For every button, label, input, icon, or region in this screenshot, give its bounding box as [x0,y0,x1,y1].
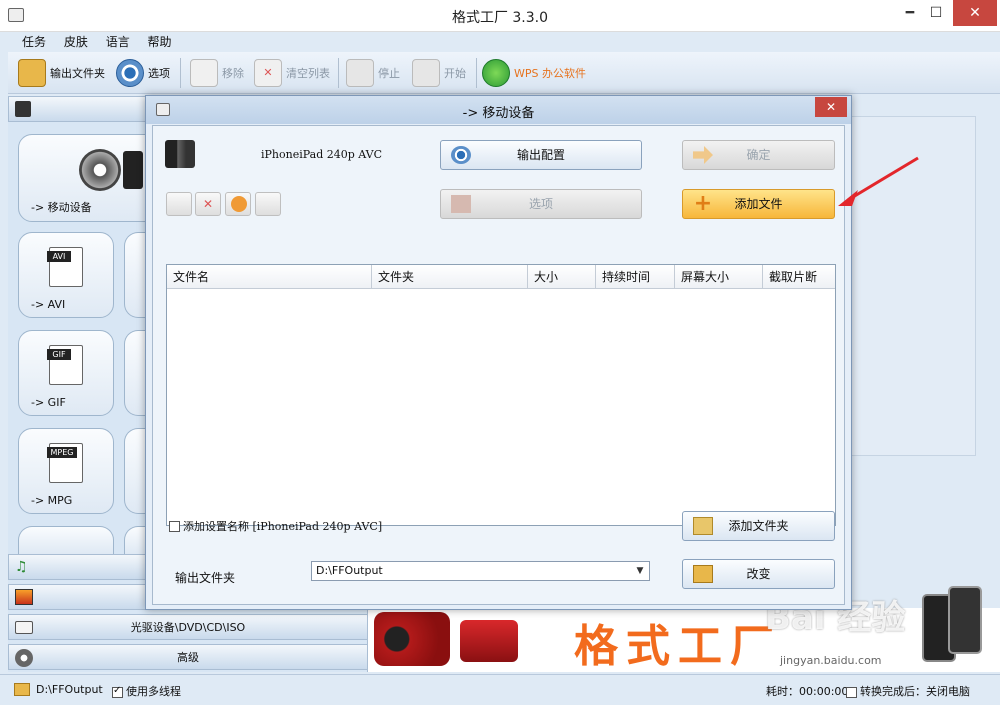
menu-skin[interactable]: 皮肤 [64,32,88,52]
start-play-icon [412,59,440,87]
output-folder-label: 输出文件夹 [175,571,236,585]
phones-icon [165,140,195,168]
tile-avi[interactable]: AVI -> AVI [18,232,114,318]
wps-globe-icon [482,59,510,87]
film-icon [15,101,31,117]
dialog-title: -> 移动设备 [462,106,535,121]
column-screen-size[interactable]: 屏幕大小 [675,265,763,289]
dialog-title-bar: -> 移动设备 ✕ [146,96,851,124]
table-header: 文件名 文件夹 大小 持续时间 屏幕大小 截取片断 [167,265,835,289]
status-bar: D:\FFOutput 使用多线程 耗时：00:00:00 转换完成后：关闭电脑 [0,674,1000,705]
wps-office-button[interactable]: WPS 办公软件 [482,57,586,89]
gif-file-icon: GIF [47,345,83,385]
brand-logo-text: 格式工厂 [574,621,782,672]
tile-mpg[interactable]: MPEG -> MPG [18,428,114,514]
remove-item-icon[interactable] [166,192,192,216]
clip-info-icon[interactable] [255,192,281,216]
avi-file-icon: AVI [47,247,83,287]
add-folder-button[interactable]: 添加文件夹 [682,511,835,541]
remove-doc-icon [190,59,218,87]
add-file-button[interactable]: + 添加文件 [682,189,835,219]
maximize-button[interactable]: ☐ [918,0,954,26]
checkbox-unchecked[interactable] [169,521,180,532]
title-bar: 格式工厂 3.3.0 ━ ☐ ✕ [0,0,1000,32]
film-reel-icon [79,149,121,191]
column-clip[interactable]: 截取片断 [763,265,835,289]
multithread-checkbox[interactable]: 使用多线程 [112,683,181,699]
tile-partial[interactable] [18,526,114,554]
mpeg-file-icon: MPEG [47,443,83,483]
mobile-device-dialog: -> 移动设备 ✕ iPhoneiPad 240p AVC 输出配置 确定 ✕ … [145,95,852,610]
start-button[interactable]: 开始 [412,57,466,89]
folder-add-icon [693,517,713,535]
delete-item-icon[interactable]: ✕ [195,192,221,216]
phone-icon [123,151,143,189]
window-title: 格式工厂 3.3.0 [451,10,549,26]
music-note-icon: ♫ [15,559,28,575]
change-button[interactable]: 改变 [682,559,835,589]
plus-icon: + [693,191,713,216]
phones-icon [948,586,982,654]
menu-help[interactable]: 帮助 [148,32,172,52]
toolbar-divider [476,58,477,88]
options-button[interactable]: 选项 [116,57,170,89]
output-folder-button[interactable]: 输出文件夹 [18,57,105,89]
baidu-watermark-url: jingyan.baidu.com [780,654,882,667]
play-preview-icon[interactable] [225,192,251,216]
ok-button[interactable]: 确定 [682,140,835,170]
output-config-button[interactable]: 输出配置 [440,140,642,170]
column-folder[interactable]: 文件夹 [372,265,528,289]
menu-bar: 任务 皮肤 语言 帮助 [8,32,1000,52]
image-icon [15,589,33,605]
camera-icon [460,620,518,662]
options-button[interactable]: 选项 [440,189,642,219]
annotation-arrow-icon [838,156,919,206]
chevron-down-icon[interactable]: ▼ [633,563,647,579]
gear-icon [116,59,144,87]
category-optical-header[interactable]: 光驱设备\DVD\CD\ISO [8,614,368,640]
column-size[interactable]: 大小 [528,265,596,289]
folder-camera-icon [18,59,46,87]
drive-icon [15,621,33,634]
file-list-table[interactable]: 文件名 文件夹 大小 持续时间 屏幕大小 截取片断 [166,264,836,526]
gears-icon [15,649,33,667]
elapsed-time: 耗时：00:00:00 [766,685,849,698]
after-done-option[interactable]: 转换完成后：关闭电脑 [846,683,970,699]
menu-language[interactable]: 语言 [106,32,130,52]
config-gear-icon [451,146,471,164]
film-clip-icon [451,195,471,213]
stop-icon [346,59,374,87]
output-folder-select[interactable]: D:\FFOutput ▼ [311,561,650,581]
tile-gif[interactable]: GIF -> GIF [18,330,114,416]
checkbox-unchecked[interactable] [846,686,857,698]
dialog-close-button[interactable]: ✕ [815,97,847,117]
camcorder-icon [374,612,450,666]
arrow-right-icon [693,146,713,164]
menu-task[interactable]: 任务 [22,32,46,52]
profile-label: iPhoneiPad 240p AVC [261,148,383,161]
output-path[interactable]: D:\FFOutput [36,683,103,696]
stop-button[interactable]: 停止 [346,57,400,89]
remove-button[interactable]: 移除 [190,57,244,89]
close-button[interactable]: ✕ [953,0,997,26]
folder-icon [14,683,30,696]
folder-camera-icon [693,565,713,583]
clear-x-icon: ✕ [254,59,282,87]
clear-list-button[interactable]: ✕ 清空列表 [254,57,330,89]
column-duration[interactable]: 持续时间 [596,265,675,289]
column-filename[interactable]: 文件名 [167,265,372,289]
toolbar-divider [338,58,339,88]
toolbar: 输出文件夹 选项 移除 ✕ 清空列表 停止 开始 WPS 办公软件 [8,52,1000,94]
category-advanced-header[interactable]: 高级 [8,644,368,670]
add-setting-name-checkbox[interactable]: 添加设置名称 [iPhoneiPad 240p AVC] [169,518,382,534]
toolbar-divider [180,58,181,88]
dialog-body: iPhoneiPad 240p AVC 输出配置 确定 ✕ 选项 + 添加文件 … [152,125,845,605]
checkbox-checked[interactable] [112,685,123,698]
